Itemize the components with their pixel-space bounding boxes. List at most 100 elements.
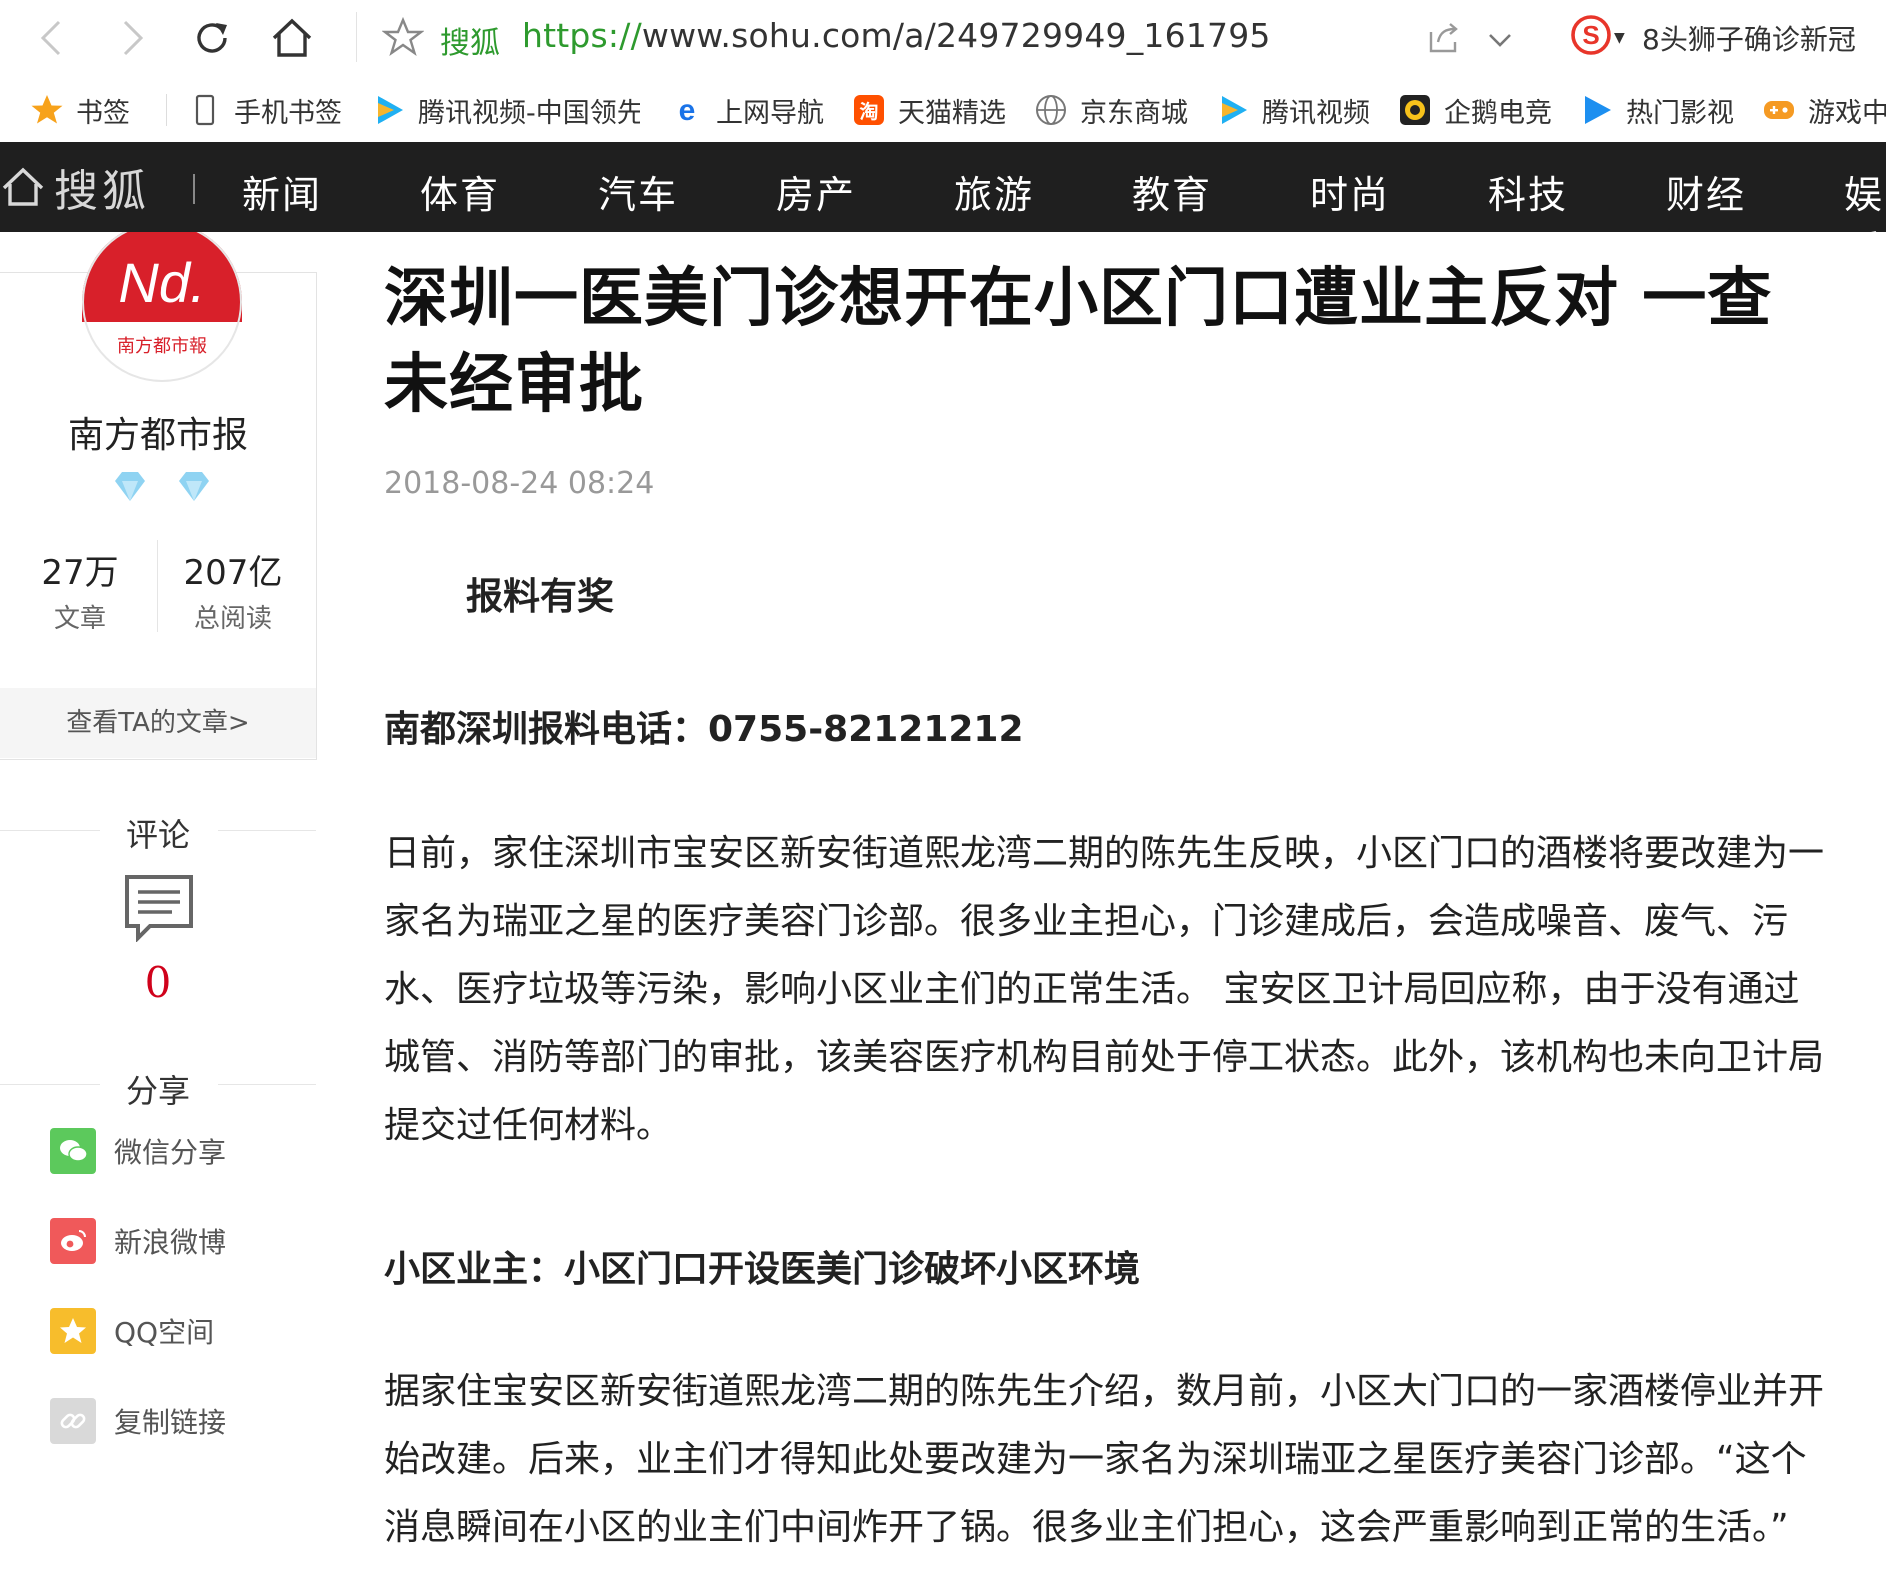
tencent-video-icon (1216, 93, 1250, 127)
bookmark-item[interactable]: 京东商城 (1034, 90, 1188, 130)
bookmark-item[interactable]: 企鹅电竞 (1398, 90, 1552, 130)
report-hotline: 南都深圳报料电话：0755-82121212 (384, 709, 1024, 750)
share-title: 分享 (125, 1072, 190, 1110)
author-rank-badges (112, 468, 212, 508)
bookmark-label: 游戏中 (1808, 97, 1886, 129)
svg-text:e: e (679, 94, 696, 127)
bookmark-item[interactable]: 热门影视 (1580, 90, 1734, 130)
copy-link-button[interactable]: 复制链接 (50, 1398, 226, 1444)
bookmark-label: 腾讯视频 (1262, 97, 1370, 129)
bookmark-item[interactable]: 书签 (30, 90, 130, 130)
home-icon[interactable] (268, 14, 316, 62)
report-reward-banner: 报料有奖 (466, 575, 614, 618)
articles-stat: 27万 文章 (5, 545, 155, 635)
bookmark-label: 腾讯视频-中国领先 (418, 97, 640, 129)
sohu-logo-text: 搜狐 (54, 166, 150, 217)
reads-stat: 207亿 总阅读 (158, 545, 308, 635)
back-icon[interactable] (28, 14, 76, 62)
nav-item-news[interactable]: 新闻 (242, 164, 322, 219)
nav-item-realestate[interactable]: 房产 (776, 164, 856, 219)
diamond-icon (115, 472, 145, 501)
bookmark-item[interactable]: 淘 天猫精选 (852, 90, 1006, 130)
tencent-video-icon (372, 93, 406, 127)
ie-icon: e (670, 93, 704, 127)
caret-down-icon[interactable]: ▼ (1614, 30, 1625, 46)
article-title: 深圳一医美门诊想开在小区门口遭业主反对 一查未经审批 (384, 262, 1773, 422)
penguin-icon (1398, 93, 1432, 127)
weibo-icon (50, 1218, 96, 1264)
bookmark-item[interactable]: 手机书签 (188, 90, 342, 130)
nav-item-tech[interactable]: 科技 (1488, 164, 1568, 219)
bookmark-label: 天猫精选 (898, 97, 1006, 129)
game-icon (1762, 93, 1796, 127)
sohu-channel-nav: 搜狐 新闻 体育 汽车 房产 旅游 教育 时尚 科技 财经 娱乐 (0, 142, 1886, 232)
star-icon (30, 93, 64, 127)
bookmark-item[interactable]: 游戏中 (1762, 90, 1886, 130)
play-icon (1580, 93, 1614, 127)
share-qzone-button[interactable]: QQ空间 (50, 1308, 214, 1354)
nav-item-education[interactable]: 教育 (1132, 164, 1212, 219)
articles-label: 文章 (53, 604, 106, 634)
toolbar-divider (356, 12, 357, 62)
sohu-logo[interactable]: 搜狐 (0, 160, 150, 217)
address-bar[interactable]: https://www.sohu.com/a/249729949_161795 (522, 16, 1271, 55)
share-qzone-label: QQ空间 (114, 1316, 215, 1349)
nav-item-sports[interactable]: 体育 (420, 164, 500, 219)
reads-label: 总阅读 (193, 604, 272, 634)
bookmark-divider (166, 94, 167, 126)
share-wechat-label: 微信分享 (114, 1136, 227, 1169)
bookmark-label: 热门影视 (1626, 97, 1734, 129)
share-page-icon[interactable] (1424, 18, 1464, 58)
url-path: www.sohu.com/a/249729949_161795 (641, 16, 1271, 55)
qzone-star-icon (50, 1308, 96, 1354)
reads-count: 207亿 (183, 553, 283, 593)
wechat-icon (50, 1128, 96, 1174)
nav-item-entertainment[interactable]: 娱乐 (1844, 164, 1886, 232)
share-weibo-button[interactable]: 新浪微博 (50, 1218, 226, 1264)
articles-count: 27万 (41, 553, 119, 593)
nav-item-auto[interactable]: 汽车 (598, 164, 678, 219)
globe-icon (1034, 93, 1068, 127)
comment-icon[interactable] (124, 874, 194, 942)
site-name: 搜狐 (440, 26, 500, 61)
article-paragraph: 日前，家住深圳市宝安区新安街道熙龙湾二期的陈先生反映，小区门口的酒楼将要改建为一… (384, 833, 1825, 1146)
copy-link-label: 复制链接 (114, 1406, 227, 1439)
bookmark-label: 企鹅电竞 (1444, 97, 1552, 129)
hot-search-suggestion[interactable]: 8头狮子确诊新冠 (1642, 18, 1856, 58)
svg-text:S: S (1582, 20, 1599, 50)
publish-date: 2018-08-24 08:24 (384, 466, 655, 501)
share-wechat-button[interactable]: 微信分享 (50, 1128, 226, 1174)
url-protocol: https:// (522, 16, 642, 55)
bookmark-label: 上网导航 (716, 97, 824, 129)
diamond-icon (179, 472, 209, 501)
bookmark-item[interactable]: 腾讯视频 (1216, 90, 1370, 130)
bookmark-item[interactable]: e 上网导航 (670, 90, 824, 130)
bookmarks-bar: 书签 手机书签 腾讯视频-中国领先 e 上网导航 淘 天猫精选 京东商城 腾讯视… (0, 76, 1886, 143)
comments-title: 评论 (125, 816, 190, 854)
avatar-logo-text: Nd. (118, 251, 205, 314)
author-name[interactable]: 南方都市报 (0, 406, 316, 458)
avatar-logo-subtext: 南方都市報 (117, 336, 207, 357)
bookmark-item[interactable]: 腾讯视频-中国领先 (372, 90, 640, 130)
bookmark-label: 京东商城 (1080, 97, 1188, 129)
author-avatar[interactable]: Nd. 南方都市報 (82, 232, 242, 382)
nav-item-fashion[interactable]: 时尚 (1310, 164, 1390, 219)
bookmark-label: 书签 (76, 97, 130, 129)
comment-count[interactable]: 0 (0, 958, 316, 1007)
view-author-articles-link[interactable]: 查看TA的文章> (0, 688, 316, 758)
sogou-search-icon[interactable]: S (1570, 14, 1612, 56)
reload-icon[interactable] (188, 14, 236, 62)
article-subheading: 小区业主：小区门口开设医美门诊破坏小区环境 (384, 1249, 1141, 1290)
nav-item-travel[interactable]: 旅游 (954, 164, 1034, 219)
svg-text:淘: 淘 (859, 100, 878, 123)
link-icon (50, 1398, 96, 1444)
nav-divider (193, 174, 195, 204)
bookmark-star-icon[interactable] (382, 16, 424, 58)
forward-icon[interactable] (108, 14, 156, 62)
share-weibo-label: 新浪微博 (114, 1226, 227, 1259)
nav-item-finance[interactable]: 财经 (1666, 164, 1746, 219)
article-paragraph: 据家住宝安区新安街道熙龙湾二期的陈先生介绍，数月前，小区大门口的一家酒楼停业并开… (384, 1371, 1825, 1548)
chevron-down-icon[interactable] (1482, 22, 1518, 58)
phone-icon (188, 93, 222, 127)
browser-toolbar: 搜狐 https://www.sohu.com/a/249729949_1617… (0, 0, 1886, 77)
